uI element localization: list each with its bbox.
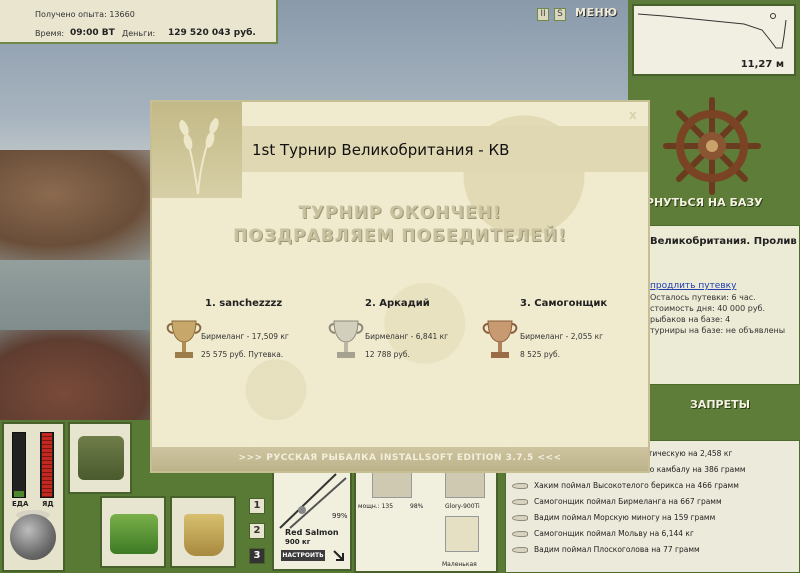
feed-item: ю камбалу на 386 грамм — [648, 465, 746, 474]
lure-icon[interactable] — [445, 516, 479, 552]
depth-value: 11,27 м — [740, 59, 784, 70]
bucket-slot[interactable] — [170, 496, 236, 568]
arrow-down-right-icon[interactable] — [333, 550, 345, 562]
winner-1-catch: Бирмеланг - 17,509 кг — [201, 332, 289, 341]
fishing-line-name: Glory-900Ti — [445, 503, 480, 510]
fish-icon — [512, 547, 528, 553]
fish-icon — [512, 531, 528, 537]
experience-label: Получено опыта: — [35, 10, 107, 19]
bans-button[interactable]: ЗАПРЕТЫ — [640, 398, 800, 411]
lure-name: Маленькая — [442, 561, 477, 568]
money-label: Деньги: — [122, 29, 156, 38]
bucket-icon — [184, 514, 224, 556]
winner-1-prize: 25 575 руб. Путевка. — [201, 350, 284, 359]
wheat-icon — [179, 117, 219, 195]
cooking-pot-icon[interactable] — [10, 514, 56, 560]
extend-voucher-link[interactable]: продлить путевку — [650, 281, 736, 291]
rod-slot-3[interactable]: 3 — [249, 548, 265, 564]
poison-meter — [40, 432, 54, 498]
congratulations-heading: ПОЗДРАВЛЯЕМ ПОБЕДИТЕЛЕЙ! — [233, 226, 567, 246]
location-title: Великобритания. Пролив — [650, 236, 797, 247]
tournaments-on-base: турниры на базе: не объявлены — [650, 326, 786, 335]
winner-3-name: 3. Самогонщик — [520, 298, 608, 309]
rod-weight: 900 кг — [285, 538, 311, 546]
day-cost: стоимость дня: 40 000 руб. — [650, 304, 766, 313]
feed-item: Самогонщик поймал Мольву на 6,144 кг — [512, 529, 694, 538]
reel-icon[interactable] — [372, 472, 412, 498]
rod-name: Red Salmon — [285, 528, 339, 537]
feed-item: тическую на 2,458 кг — [648, 449, 733, 458]
cliff-rock — [0, 150, 170, 260]
basket-slot[interactable] — [100, 496, 166, 568]
settings-icon[interactable]: S — [554, 8, 566, 21]
food-meter-fill — [14, 490, 24, 497]
fishing-rod-icon — [279, 473, 347, 529]
feed-item: Хаким поймал Высокотелого берикса на 466… — [512, 481, 739, 490]
feed-item: Вадим поймал Плоскоголова на 77 грамм — [512, 545, 700, 554]
time-value: 09:00 ВТ — [70, 28, 115, 38]
experience-value: 13660 — [109, 10, 135, 19]
time-label: Время: — [35, 29, 65, 38]
winner-3-prize: 8 525 руб. — [520, 350, 561, 359]
feed-item: Самогонщик поймал Бирмеланга на 667 грам… — [512, 497, 722, 506]
winner-2-prize: 12 788 руб. — [365, 350, 410, 359]
bronze-cup-icon — [482, 320, 518, 358]
feed-item: Вадим поймал Морскую миногу на 159 грамм — [512, 513, 715, 522]
shore-rocks — [0, 330, 160, 420]
tackle-box-icon — [78, 436, 124, 480]
poison-label: ЯД — [42, 500, 54, 508]
ship-wheel-icon[interactable] — [662, 96, 762, 196]
fish-icon — [512, 515, 528, 521]
poison-meter-fill — [42, 433, 52, 497]
setup-rod-button[interactable]: НАСТРОИТЬ — [281, 550, 325, 561]
reel-durability: 98% — [410, 503, 424, 510]
rod-durability: 99% — [332, 512, 348, 520]
rod-slot-1[interactable]: 1 — [249, 498, 265, 514]
menu-button[interactable]: МЕНЮ — [575, 6, 618, 19]
winner-2-catch: Бирмеланг - 6,841 кг — [365, 332, 449, 341]
winner-1-name: 1. sanchezzzz — [205, 298, 283, 309]
tackle-box-slot[interactable] — [68, 422, 132, 494]
voucher-remaining: Осталось путевки: 6 час. — [650, 293, 756, 302]
pause-icon[interactable]: II — [537, 8, 549, 21]
winner-3-catch: Бирмеланг - 2,055 кг — [520, 332, 604, 341]
winner-2-name: 2. Аркадий — [365, 298, 430, 309]
silver-cup-icon — [328, 320, 364, 358]
game-version-text: >>> РУССКАЯ РЫБАЛКА INSTALLSOFT EDITION … — [238, 453, 562, 463]
reel-stats: мощн.: 135 — [358, 503, 394, 510]
gold-cup-icon — [166, 320, 202, 358]
close-icon[interactable]: x — [629, 108, 637, 122]
fish-icon — [512, 483, 528, 489]
back-to-base-button[interactable]: ВЕРНУТЬСЯ НА БАЗУ — [630, 196, 800, 209]
money-value: 129 520 043 руб. — [168, 28, 256, 38]
float-marker-icon — [770, 13, 776, 19]
fishing-line-icon[interactable] — [445, 472, 485, 498]
fish-icon — [512, 499, 528, 505]
food-meter — [12, 432, 26, 498]
fishers-on-base: рыбаков на базе: 4 — [650, 315, 731, 324]
food-basket-icon — [110, 514, 158, 554]
tournament-over-heading: ТУРНИР ОКОНЧЕН! — [298, 203, 502, 223]
depth-map[interactable]: 11,27 м — [632, 4, 796, 76]
food-label: ЕДА — [12, 500, 29, 508]
rod-slot-2[interactable]: 2 — [249, 523, 265, 539]
dialog-title: 1st Турнир Великобритания - КВ — [252, 141, 510, 159]
